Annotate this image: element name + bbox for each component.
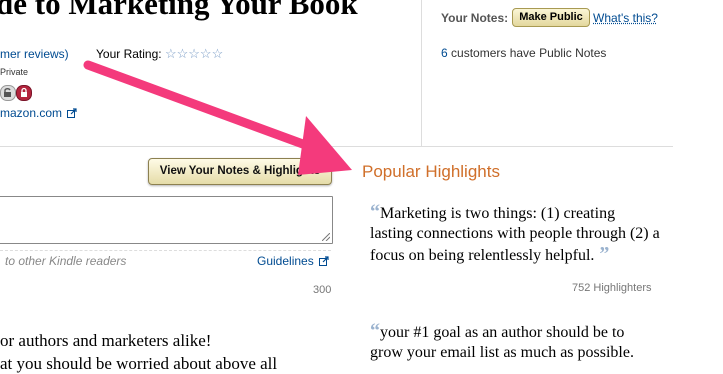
annotation-arrow-icon [83, 60, 352, 175]
